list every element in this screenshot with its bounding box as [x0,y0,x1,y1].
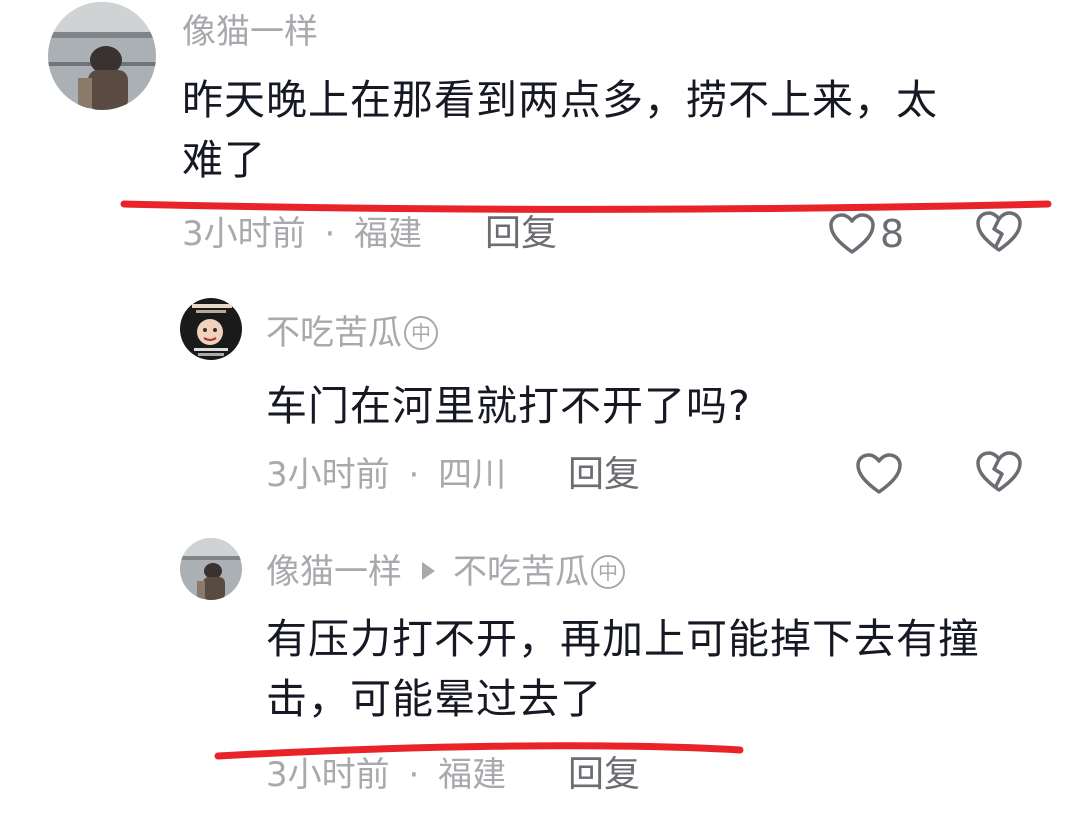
avatar-photo [180,298,242,360]
meta-separator: · [324,214,336,254]
comment-meta: 3小时前 · 福建 [182,214,422,254]
comment-meta: 3小时前 · 四川 [266,455,506,495]
comment-time: 3小时前 [182,214,306,254]
comment-author: 像猫一样 不吃苦瓜中 [266,552,625,592]
comment-text-line: 昨天晚上在那看到两点多，捞不上来，太 [182,76,938,124]
author-name: 不吃苦瓜 [266,313,402,353]
author-name[interactable]: 像猫一样 [266,552,402,592]
broken-heart-icon [976,451,1022,492]
comment-location: 四川 [438,455,507,495]
avatar-photo [48,2,156,110]
dislike-button[interactable] [975,450,1023,494]
reply-button[interactable]: 回复 [568,755,640,795]
comment-location: 福建 [354,214,423,254]
avatar-photo [180,538,242,600]
comment-text: 车门在河里就打不开了吗? [266,376,1026,436]
avatar[interactable] [48,2,156,110]
avatar[interactable] [180,538,242,600]
like-button[interactable]: 8 [828,210,904,258]
comment-meta: 3小时前 · 福建 [266,755,506,795]
comment-author[interactable]: 不吃苦瓜中 [266,313,438,353]
badge-icon: 中 [591,555,625,589]
badge-icon: 中 [404,316,438,350]
like-button[interactable] [855,450,903,498]
comment-text-line: 车门在河里就打不开了吗? [266,382,751,430]
reply-button[interactable]: 回复 [485,214,557,254]
reply-arrow-icon [422,562,435,580]
comment-text: 有压力打不开，再加上可能掉下去有撞 击，可能晕过去了 [266,609,1056,729]
reply-button[interactable]: 回复 [568,455,640,495]
comment-text-line: 击，可能晕过去了 [266,675,602,723]
like-count: 8 [880,212,905,256]
reply-to-name[interactable]: 不吃苦瓜 [453,552,589,592]
comment-text-line: 有压力打不开，再加上可能掉下去有撞 [266,615,980,663]
underline-stroke [120,200,1052,213]
meta-separator: · [408,755,420,795]
comment-list: 像猫一样 昨天晚上在那看到两点多，捞不上来，太 难了 3小时前 · 福建 回复 … [0,0,1080,814]
comment-time: 3小时前 [266,755,390,795]
avatar[interactable] [180,298,242,360]
comment-text: 昨天晚上在那看到两点多，捞不上来，太 难了 [182,70,1042,190]
comment-text-line: 难了 [182,136,266,184]
comment-time: 3小时前 [266,455,390,495]
broken-heart-icon [976,211,1022,252]
heart-icon [829,213,875,254]
comment-location: 福建 [438,755,507,795]
comment-author[interactable]: 像猫一样 [182,12,318,52]
dislike-button[interactable] [975,210,1023,254]
heart-icon [856,453,902,494]
meta-separator: · [408,455,420,495]
